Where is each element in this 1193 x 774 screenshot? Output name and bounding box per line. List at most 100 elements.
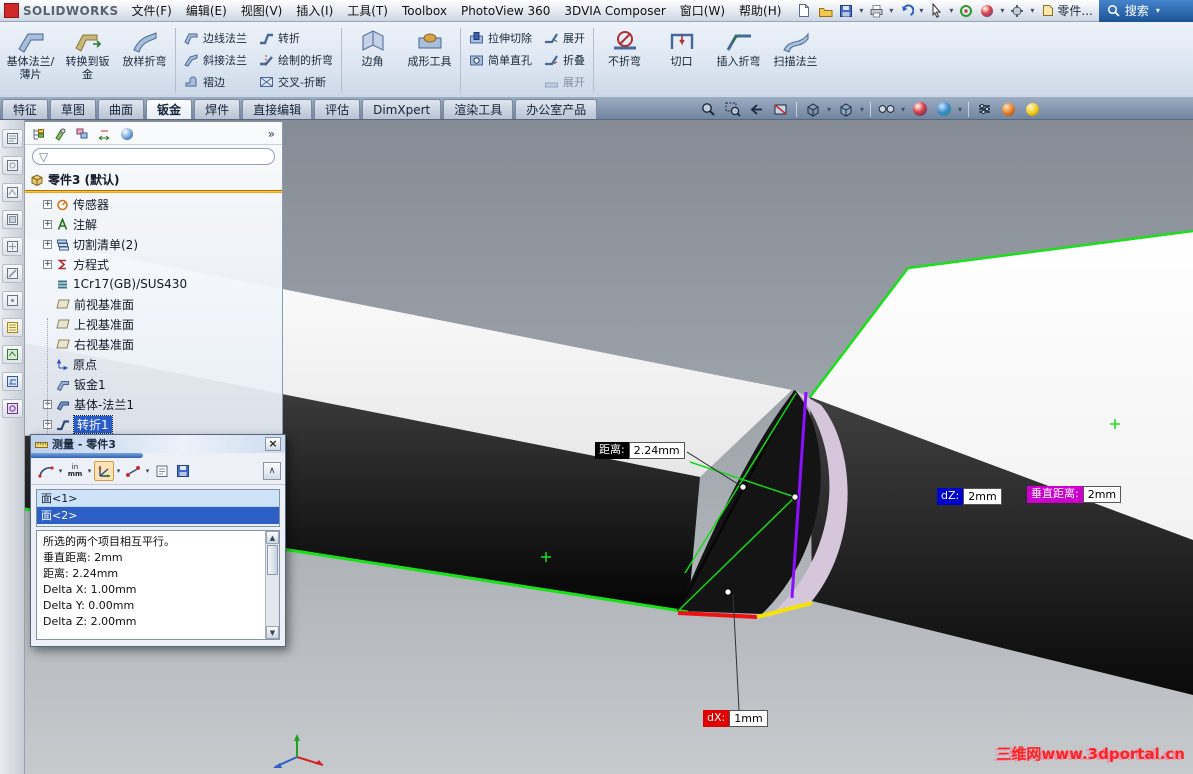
display-style-button[interactable] xyxy=(834,99,857,119)
tree-root-label[interactable]: 零件3 (默认) xyxy=(48,171,120,188)
edit-appearance-button[interactable] xyxy=(908,99,931,119)
rollback-bar[interactable] xyxy=(25,190,282,193)
menu-photoview[interactable]: PhotoView 360 xyxy=(454,1,557,21)
new-document-button[interactable] xyxy=(794,2,814,20)
dz-callout[interactable]: dZ: 2mm xyxy=(937,488,1002,505)
scrollbar-thumb[interactable] xyxy=(267,545,278,575)
expand-icon[interactable]: + xyxy=(43,219,52,229)
point-to-point-dropdown-icon[interactable]: ▾ xyxy=(144,467,151,475)
extruded-cut-button[interactable]: 拉伸切除 xyxy=(463,27,538,48)
miter-flange-button[interactable]: 斜接法兰 xyxy=(178,49,253,70)
tree-item-right-plane[interactable]: 右视基准面 xyxy=(25,334,282,354)
xyz-dropdown-icon[interactable]: ▾ xyxy=(115,467,122,475)
tab-sketch[interactable]: 草图 xyxy=(50,99,97,119)
display-manager-tab-icon[interactable] xyxy=(117,125,136,142)
tab-features[interactable]: 特征 xyxy=(2,99,49,119)
tree-item-jog1[interactable]: + 转折1 xyxy=(25,414,282,434)
results-scrollbar[interactable]: ▲ ▼ xyxy=(265,531,279,639)
undo-dropdown-icon[interactable]: ▾ xyxy=(917,6,925,15)
simple-hole-button[interactable]: 简单直孔 xyxy=(463,49,538,70)
units-icon[interactable]: in mm xyxy=(65,461,85,481)
menu-edit[interactable]: 编辑(E) xyxy=(179,0,234,22)
measure-selection-list[interactable]: 面<1> 面<2> xyxy=(36,489,280,527)
unfold-button[interactable]: 展开 xyxy=(538,27,591,48)
side-toolbar-button-7[interactable] xyxy=(1,291,23,310)
tree-item-sensors[interactable]: + 传感器 xyxy=(25,194,282,214)
selection-item-face2[interactable]: 面<2> xyxy=(37,507,279,524)
edge-flange-button[interactable]: 边线法兰 xyxy=(178,27,253,48)
tree-item-jog1-label[interactable]: 转折1 xyxy=(73,414,113,434)
distance-callout[interactable]: 距离: 2.24mm xyxy=(595,442,685,459)
tab-direct-editing[interactable]: 直接编辑 xyxy=(242,99,313,119)
save-dropdown-icon[interactable]: ▾ xyxy=(857,6,865,15)
menu-insert[interactable]: 插入(I) xyxy=(289,0,340,22)
search-box[interactable]: 搜索 ▾ xyxy=(1098,0,1193,22)
tree-root-item[interactable]: 零件3 (默认) xyxy=(25,169,282,189)
vertical-distance-callout[interactable]: 垂直距离: 2mm xyxy=(1027,486,1122,503)
previous-view-button[interactable] xyxy=(745,99,768,119)
print-dropdown-icon[interactable]: ▾ xyxy=(887,6,895,15)
side-toolbar-button-4[interactable] xyxy=(1,210,23,229)
tab-dimxpert[interactable]: DimXpert xyxy=(362,99,442,119)
export-results-icon[interactable] xyxy=(173,461,193,481)
tree-header-more-icon[interactable]: » xyxy=(265,127,278,141)
search-dropdown-icon[interactable]: ▾ xyxy=(1154,6,1162,15)
tree-filter-box[interactable]: ▽ xyxy=(32,148,275,165)
apply-scene-button[interactable] xyxy=(932,99,955,119)
appearance-dropdown-icon[interactable]: ▾ xyxy=(998,6,1006,15)
measure-dialog[interactable]: 测量 - 零件3 × ▾ in mm ▾ ▾ ▾ ∧ 面<1> 面<2> 所选的… xyxy=(30,434,286,647)
swept-flange-button[interactable]: 扫描法兰 xyxy=(767,24,824,96)
print-button[interactable] xyxy=(866,2,886,20)
tab-sheet-metal[interactable]: 钣金 xyxy=(146,99,193,119)
side-toolbar-button-5[interactable] xyxy=(1,237,23,256)
tree-item-origin[interactable]: 原点 xyxy=(25,354,282,374)
scene-dropdown-icon[interactable]: ▾ xyxy=(956,105,964,114)
arc-measure-icon[interactable] xyxy=(36,461,56,481)
close-icon[interactable]: × xyxy=(265,437,281,451)
tab-surfaces[interactable]: 曲面 xyxy=(98,99,145,119)
show-xyz-icon[interactable] xyxy=(94,461,114,481)
expand-icon[interactable]: + xyxy=(43,199,52,209)
section-view-button[interactable] xyxy=(769,99,792,119)
zoom-area-button[interactable] xyxy=(721,99,744,119)
base-flange-button[interactable]: 基体法兰/薄片 xyxy=(2,24,59,96)
select-pointer-button[interactable] xyxy=(926,2,946,20)
hide-show-items-button[interactable] xyxy=(875,99,898,119)
hide-show-dropdown-icon[interactable]: ▾ xyxy=(899,105,907,114)
no-bends-button[interactable]: 不折弯 xyxy=(596,24,653,96)
tree-item-sheet-metal[interactable]: 钣金1 xyxy=(25,374,282,394)
jog-button[interactable]: 转折 xyxy=(253,27,339,48)
tree-item-cut-list[interactable]: + 切割清单(2) xyxy=(25,234,282,254)
side-toolbar-button-6[interactable] xyxy=(1,264,23,283)
cross-break-button[interactable]: 交叉-折断 xyxy=(253,71,339,92)
display-style-dropdown-icon[interactable]: ▾ xyxy=(858,105,866,114)
menu-view[interactable]: 视图(V) xyxy=(234,0,290,22)
sketched-bend-button[interactable]: 绘制的折弯 xyxy=(253,49,339,70)
rebuild-button[interactable] xyxy=(956,2,976,20)
menu-file[interactable]: 文件(F) xyxy=(125,0,179,22)
appearance-button[interactable] xyxy=(977,2,997,20)
fold-button[interactable]: 折叠 xyxy=(538,49,591,70)
expand-icon[interactable]: + xyxy=(43,259,52,269)
scroll-up-icon[interactable]: ▲ xyxy=(266,531,279,544)
rip-button[interactable]: 切口 xyxy=(653,24,710,96)
dimxpert-manager-tab-icon[interactable] xyxy=(95,125,114,142)
side-toolbar-button-11[interactable] xyxy=(1,399,23,418)
tree-item-base-flange[interactable]: + 基体-法兰1 xyxy=(25,394,282,414)
lighting-button[interactable] xyxy=(1021,99,1044,119)
selection-item-face1[interactable]: 面<1> xyxy=(37,490,279,507)
convert-to-sheet-metal-button[interactable]: 转换到钣金 xyxy=(59,24,116,96)
side-toolbar-button-3[interactable] xyxy=(1,183,23,202)
forming-tool-button[interactable]: 成形工具 xyxy=(401,24,458,96)
side-toolbar-button-9[interactable] xyxy=(1,345,23,364)
zoom-fit-button[interactable] xyxy=(697,99,720,119)
tab-evaluate[interactable]: 评估 xyxy=(314,99,361,119)
camera-button[interactable] xyxy=(997,99,1020,119)
menu-toolbox[interactable]: Toolbox xyxy=(395,1,454,21)
units-dropdown-icon[interactable]: ▾ xyxy=(86,467,93,475)
side-toolbar-button-10[interactable] xyxy=(1,372,23,391)
dx-callout[interactable]: dX: 1mm xyxy=(703,710,768,727)
save-button[interactable] xyxy=(836,2,856,20)
menu-help[interactable]: 帮助(H) xyxy=(732,0,788,22)
menu-window[interactable]: 窗口(W) xyxy=(673,0,732,22)
